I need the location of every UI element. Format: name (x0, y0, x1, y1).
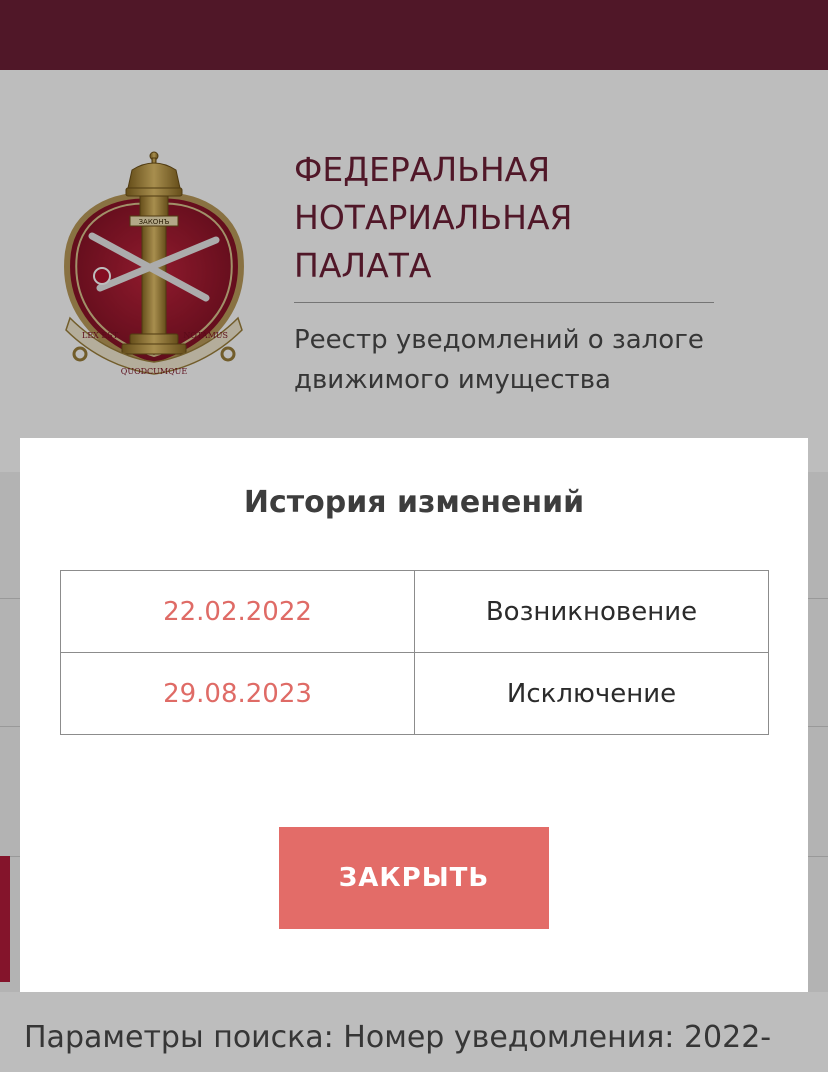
close-button[interactable]: ЗАКРЫТЬ (279, 827, 549, 929)
modal-title: История изменений (243, 485, 585, 520)
page: ЗАКОНЪ LEX EST QUODCUMQUE NOTAMUS Федера… (0, 0, 828, 1072)
history-event: Возникновение (414, 570, 769, 653)
history-event: Исключение (414, 652, 769, 735)
table-row: 22.02.2022 Возникновение (60, 570, 769, 653)
table-row: 29.08.2023 Исключение (60, 652, 769, 735)
history-table: 22.02.2022 Возникновение 29.08.2023 Искл… (60, 570, 769, 735)
history-date: 22.02.2022 (60, 570, 415, 653)
history-date: 29.08.2023 (60, 652, 415, 735)
